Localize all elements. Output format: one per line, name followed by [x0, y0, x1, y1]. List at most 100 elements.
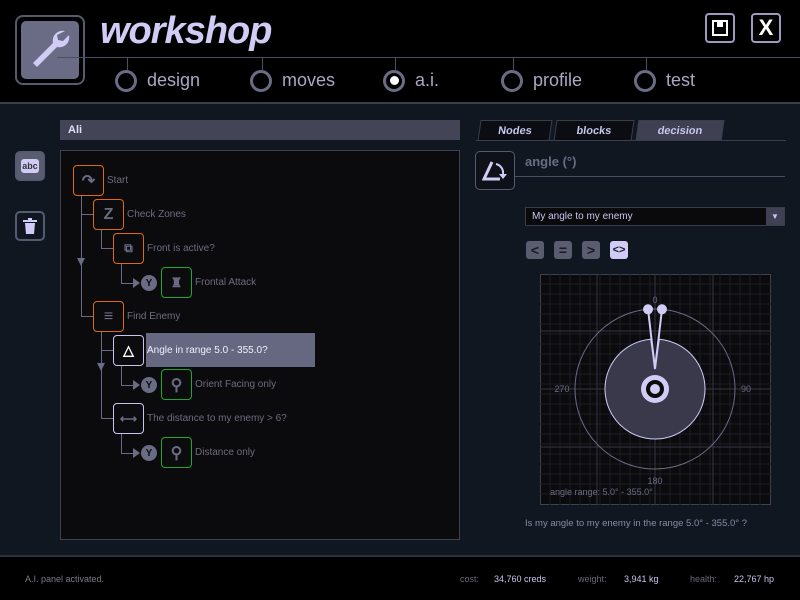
- connector: [121, 264, 122, 283]
- connector: [101, 418, 113, 419]
- z-icon: Z: [103, 205, 114, 223]
- connector: [121, 434, 122, 453]
- range-min-handle[interactable]: [656, 304, 667, 315]
- delete-button[interactable]: [15, 211, 45, 241]
- divider: [515, 176, 785, 177]
- header: workshop X design moves a.i. profile tes…: [0, 0, 800, 104]
- arrow-down-icon: [77, 258, 85, 266]
- node-distance[interactable]: ⟷: [113, 403, 144, 434]
- tab-label: test: [666, 70, 696, 90]
- health-label: health:: [690, 574, 718, 584]
- range-button[interactable]: <>: [610, 241, 628, 259]
- node-start[interactable]: ↷: [73, 165, 104, 196]
- tab-blocks[interactable]: blocks: [553, 120, 635, 141]
- node-label: Find Enemy: [127, 311, 181, 322]
- connector: [81, 316, 93, 317]
- tab-label: design: [147, 70, 201, 90]
- yes-branch-icon: Y: [141, 377, 157, 393]
- app-title: workshop: [100, 10, 272, 52]
- cost-label: cost:: [460, 574, 480, 584]
- close-button[interactable]: X: [751, 13, 781, 43]
- wrench-icon: [21, 21, 79, 79]
- variable-dropdown[interactable]: My angle to my enemy ▼: [525, 207, 785, 226]
- save-button[interactable]: [705, 13, 735, 43]
- node-angle-in-range[interactable]: △: [113, 335, 144, 366]
- range-readout: angle range: 5.0° - 355.0°: [550, 487, 653, 497]
- radio-icon: [501, 69, 523, 92]
- arrow-right-icon: [133, 448, 140, 458]
- node-frontal-attack[interactable]: ♜: [161, 267, 192, 298]
- tab-decision[interactable]: decision: [635, 120, 725, 141]
- decision-title: angle (°): [525, 154, 577, 169]
- abc-icon: abc: [21, 159, 39, 173]
- robot-icon: ♜: [170, 274, 183, 290]
- label-270: 270: [554, 384, 569, 394]
- node-label: The distance to my enemy > 6?: [147, 413, 287, 424]
- radio-selected-icon: [383, 69, 405, 92]
- tab-test[interactable]: test: [634, 58, 695, 103]
- node-orient-facing[interactable]: ⚲: [161, 369, 192, 400]
- weight-label: weight:: [578, 574, 607, 584]
- workshop-logo: [15, 15, 85, 85]
- cube-icon: ⧉: [124, 241, 133, 255]
- label-0: 0: [652, 295, 657, 305]
- arrow-right-icon: [133, 380, 140, 390]
- connector: [121, 366, 122, 385]
- equals-button[interactable]: =: [554, 241, 572, 259]
- search-icon: ⚲: [170, 444, 183, 462]
- greater-than-button[interactable]: >: [582, 241, 600, 259]
- connector: [121, 283, 133, 284]
- angle-icon: [475, 151, 515, 190]
- less-than-button[interactable]: <: [526, 241, 544, 259]
- chevron-down-icon[interactable]: ▼: [766, 208, 784, 225]
- node-label: Distance only: [195, 447, 256, 458]
- node-label: Check Zones: [127, 209, 186, 220]
- node-check-zones[interactable]: Z: [93, 199, 124, 230]
- label-90: 90: [741, 384, 751, 394]
- dropdown-value: My angle to my enemy: [532, 211, 633, 222]
- tab-label: moves: [282, 70, 336, 90]
- arrow-down-icon: [97, 363, 105, 371]
- u-turn-icon: ↷: [81, 172, 96, 190]
- range-max-handle[interactable]: [643, 304, 654, 315]
- yes-branch-icon: Y: [141, 445, 157, 461]
- angle-dial[interactable]: 0 90 180 270 angle range: 5.0° - 355.0°: [540, 274, 771, 505]
- search-icon: ⚲: [170, 376, 183, 394]
- tree-title: Ali: [60, 120, 460, 140]
- tab-design[interactable]: design: [115, 58, 200, 103]
- connector: [81, 214, 93, 215]
- connector: [101, 230, 102, 248]
- yes-branch-icon: Y: [141, 275, 157, 291]
- node-label: Start: [107, 175, 129, 186]
- rename-button[interactable]: abc: [15, 151, 45, 181]
- health-value: 22,767 hp: [734, 574, 775, 584]
- tab-label: a.i.: [415, 70, 440, 90]
- node-label: Front is active?: [147, 243, 215, 254]
- node-find-enemy[interactable]: ≡: [93, 301, 124, 332]
- tab-profile[interactable]: profile: [501, 58, 582, 103]
- tab-nodes[interactable]: Nodes: [477, 120, 553, 141]
- tab-label: profile: [533, 70, 583, 90]
- status-text: A.I. panel activated.: [25, 574, 105, 584]
- radio-icon: [115, 69, 137, 92]
- connector: [101, 248, 113, 249]
- tab-moves[interactable]: moves: [250, 58, 335, 103]
- list-icon: ≡: [103, 307, 114, 325]
- node-label: Orient Facing only: [195, 379, 277, 390]
- weight-value: 3,941 kg: [624, 574, 659, 584]
- node-front-active[interactable]: ⧉: [113, 233, 144, 264]
- radio-icon: [250, 69, 272, 92]
- angle-icon: △: [123, 342, 134, 358]
- tab-ai[interactable]: a.i.: [383, 58, 439, 103]
- distance-icon: ⟷: [119, 411, 138, 426]
- center-knob-dot: [650, 384, 660, 394]
- connector: [121, 385, 133, 386]
- arrow-right-icon: [133, 278, 140, 288]
- node-distance-only[interactable]: ⚲: [161, 437, 192, 468]
- connector: [121, 453, 133, 454]
- cost-value: 34,760 creds: [494, 574, 547, 584]
- connector: [101, 350, 113, 351]
- label-180: 180: [647, 476, 662, 486]
- trash-icon: [23, 218, 37, 234]
- radio-icon: [634, 69, 656, 92]
